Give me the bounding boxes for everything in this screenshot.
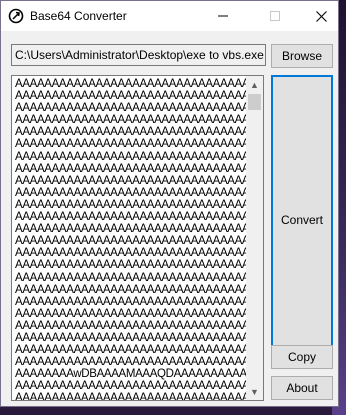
app-window: Base64 Converter C:\Users\Administrator\… <box>0 0 339 407</box>
output-line: AAAAAAAAAAAAAAAAAAAAAAAAAAAAAAAAAAAAAA <box>15 271 247 284</box>
output-line: AAAAAAAAAAAAAAAAAAAAAAAAAAAAAAAAAAAAAA <box>15 307 247 320</box>
about-button[interactable]: About <box>271 376 333 400</box>
output-line: AAAAAAAAAAAAAAAAAAAAAAAAAAAAAAAAAAAAAA <box>15 78 247 90</box>
base64-output-text: AAAAAAAAAAAAAAAAAAAAAAAAAAAAAAA AAAAAAAAA… <box>15 78 247 400</box>
app-icon <box>8 8 24 24</box>
output-line: AAAAAAAAAAAAAAAAAAAAAAAAAAAAAAAAAAAAAA <box>15 102 247 115</box>
output-line: AAAAAAAAAAAAAAAAAAAAAAAAAAAAAAAAAAAAAA <box>15 283 247 296</box>
maximize-icon <box>270 11 280 21</box>
output-line: AAAAAAAAAAAAAAAAAAAAAAAAAAAAAAAAAAAAAA <box>15 356 247 369</box>
copy-button[interactable]: Copy <box>271 345 333 369</box>
scroll-thumb[interactable] <box>248 94 261 110</box>
maximize-button[interactable] <box>252 1 298 31</box>
output-line: AAAAAAAAAAAAAAAAAAAAAAAAAAAAAAAAAAAAAA <box>15 90 247 103</box>
minimize-icon <box>218 15 228 17</box>
client-area: C:\Users\Administrator\Desktop\exe to vb… <box>1 31 338 406</box>
window-title: Base64 Converter <box>30 9 127 23</box>
output-line: AAAAAAAAAAAAAAAAAAAAAAAAAAAAAAAAAAAAAA <box>15 174 247 187</box>
output-line: AAAAAAAAAAAAAAAAAAAAAAAAAAAAAAAAAAAAAA <box>15 319 247 332</box>
output-line: AAAAAAAAAAAAAAAAAAAAAAAAAAAAAAAAAAAAAA <box>15 295 247 308</box>
output-line: AAAAAAAAAAAAAAAAAAAAAAAAAAAAAAAAAAAAAA <box>15 259 247 272</box>
output-line: AAAAAAAAAAAAAAAAAAAAAAAAAAAAAAAAAAAAAA <box>15 126 247 139</box>
base64-output-textbox[interactable]: AAAAAAAAAAAAAAAAAAAAAAAAAAAAAAA AAAAAAAAA… <box>11 75 264 401</box>
output-line: AAAAAAAAAAAAAAAAAAAAAAAAAAAAAAAAAAAAAA <box>15 186 247 199</box>
output-line: AAAAAAAAAAAAAAAAAAAAAAAAAAAAAAAAAAAAAA <box>15 380 247 393</box>
output-line: AAAAAAAAAAAAAAAAAAAAAAAAAAAAAAAAAAAAAA <box>15 114 247 127</box>
convert-button[interactable]: Convert <box>271 75 333 365</box>
output-line: AAAAAAAAAAAAAAAAAAAAAAAAAAAAAAAAAAAAAA <box>15 331 247 344</box>
close-icon <box>315 10 327 22</box>
output-line: AAAAAAAAAAAAAAAAAAAAAAAAAAAAAAAAAAAAAA <box>15 223 247 236</box>
output-line: AAAAAAAAAAAAAAAAAAAAAAAAAAAAAAAAAAAAAA <box>15 211 247 224</box>
scroll-down-icon[interactable]: ▼ <box>246 383 263 400</box>
output-line: AAAAAAAAAAAAAAAAAAAAAAAAAAAAAAAAAAAAAA <box>15 344 247 357</box>
output-line: AAAAAAAAAAAAAAAAAAAAAAAAAAAAAAAAAAAAAA <box>15 162 247 175</box>
title-bar[interactable]: Base64 Converter <box>1 1 338 31</box>
output-line: AAAAAAAAAAAAAAAAAAAAAAAAAAAAAAAAAAAAAA <box>15 198 247 211</box>
vertical-scrollbar[interactable]: ▲ ▼ <box>246 76 263 400</box>
file-path-field[interactable]: C:\Users\Administrator\Desktop\exe to vb… <box>11 44 266 66</box>
output-line: AAAAAAAAAAAAAAAAAAAAAAAAAAAAAAAAAAAAAA <box>15 235 247 248</box>
output-line: AAAAAAAAAAAAAAAAAAAAAAAAAAAAAAAAAAAAAA <box>15 247 247 260</box>
browse-button[interactable]: Browse <box>271 44 333 68</box>
output-line: AAAAAAAAAAAAAAAAAAAAAAAAAAAAAAAAAAAAAA <box>15 138 247 151</box>
output-line: AAAAAAAAwDBAAAAMAAAQDAAAAAAAAAAA <box>15 368 247 381</box>
scroll-up-icon[interactable]: ▲ <box>246 76 263 93</box>
output-line: AAAAAAAAAAAAAAAAAAAAAAAAAAAAAAAAAAAAAA <box>15 392 247 400</box>
output-line: AAAAAAAAAAAAAAAAAAAAAAAAAAAAAAAAAAAAAA <box>15 150 247 163</box>
minimize-button[interactable] <box>200 1 246 31</box>
close-button[interactable] <box>298 1 344 31</box>
